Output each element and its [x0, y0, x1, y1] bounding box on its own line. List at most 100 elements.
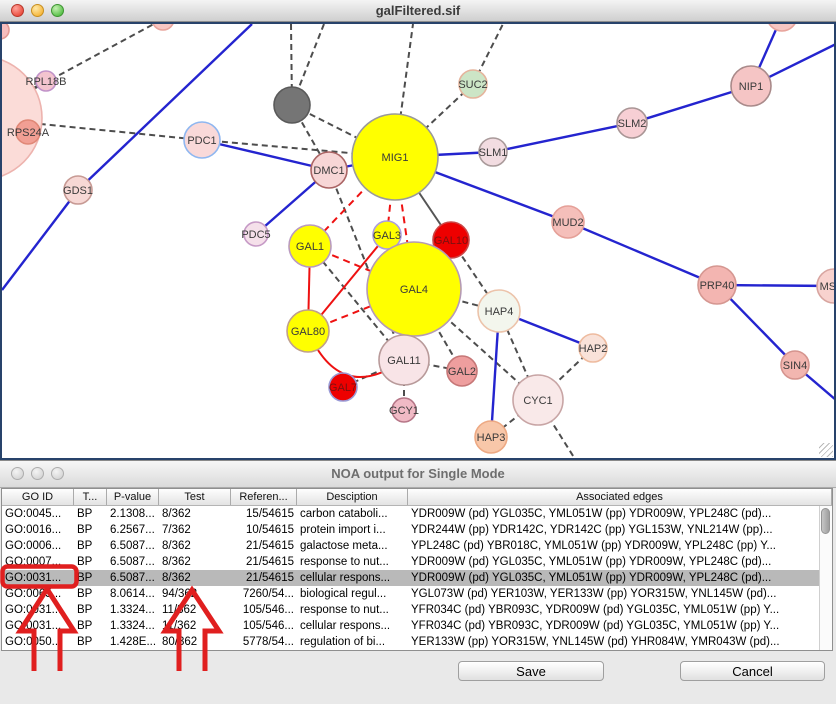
table-row[interactable]: GO:0050...BP1.428E...80/3625778/54...reg…	[2, 634, 819, 650]
node-label: GAL7	[329, 382, 357, 394]
node-label: GDS1	[63, 185, 93, 197]
cell-go_id: GO:0050...	[2, 634, 74, 650]
column-header-description[interactable]: Desciption	[297, 489, 408, 505]
cell-test: 94/362	[159, 586, 231, 602]
cell-go_id: GO:0045...	[2, 506, 74, 522]
cell-description: protein import i...	[297, 522, 408, 538]
window-title: NOA output for Single Mode	[0, 461, 836, 486]
network-canvas[interactable]: RPL18BRPS24AGDS1PDC1DMC1MIG1SUC2SLM1SLM2…	[0, 22, 836, 460]
column-header-associated_edges[interactable]: Associated edges	[408, 489, 832, 505]
cell-type: BP	[74, 602, 107, 618]
cell-reference: 21/54615	[231, 538, 297, 554]
cell-associated_edges: YFR034C (pd) YBR093C, YDR009W (pd) YGL03…	[408, 602, 819, 618]
network-window: galFiltered.sif RPL18BRPS24AGDS1PDC1DMC1…	[0, 0, 836, 460]
node-label: MSL1	[820, 281, 834, 293]
cell-reference: 15/54615	[231, 506, 297, 522]
network-window-titlebar[interactable]: galFiltered.sif	[0, 0, 836, 22]
cell-reference: 105/546...	[231, 618, 297, 634]
minimize-button[interactable]	[31, 4, 44, 17]
table-row[interactable]: GO:0031...BP1.3324...11/362105/546...res…	[2, 602, 819, 618]
scrollbar-thumb[interactable]	[821, 508, 830, 534]
node-label: SIN4	[783, 360, 807, 372]
column-header-go_id[interactable]: GO ID	[2, 489, 74, 505]
go-results-table: GO IDT...P-valueTestReferen...Desciption…	[1, 488, 833, 651]
cell-reference: 21/54615	[231, 570, 297, 586]
cell-associated_edges: YDR244W (pp) YDR142C, YDR142C (pp) YGL15…	[408, 522, 819, 538]
node-label: GAL11	[387, 355, 420, 367]
column-header-reference[interactable]: Referen...	[231, 489, 297, 505]
network-node[interactable]	[2, 56, 42, 180]
table-row[interactable]: GO:0007...BP6.5087...8/36221/54615respon…	[2, 554, 819, 570]
cell-reference: 21/54615	[231, 554, 297, 570]
save-button[interactable]: Save	[458, 661, 604, 681]
cell-p_value: 6.5087...	[107, 554, 159, 570]
cell-description: cellular respons...	[297, 570, 408, 586]
node-label: HAP2	[579, 343, 608, 355]
table-row[interactable]: GO:0065...BP8.0614...94/3627260/54...bio…	[2, 586, 819, 602]
cell-type: BP	[74, 522, 107, 538]
node-label: GAL2	[448, 366, 476, 378]
column-header-p_value[interactable]: P-value	[107, 489, 159, 505]
node-label: CYC1	[523, 395, 552, 407]
cell-go_id: GO:0007...	[2, 554, 74, 570]
node-label: MIG1	[382, 152, 409, 164]
node-label: SLM2	[618, 118, 647, 130]
cell-p_value: 1.428E...	[107, 634, 159, 650]
close-button[interactable]	[11, 4, 24, 17]
node-label: DMC1	[313, 165, 344, 177]
node-label: RPS24A	[7, 127, 50, 139]
cell-type: BP	[74, 618, 107, 634]
table-row[interactable]: GO:0045...BP2.1308...8/36215/54615carbon…	[2, 506, 819, 522]
cell-go_id: GO:0031...	[2, 570, 74, 586]
cancel-button[interactable]: Cancel	[680, 661, 825, 681]
cell-p_value: 1.3324...	[107, 602, 159, 618]
cell-associated_edges: YER133W (pp) YOR315W, YNL145W (pd) YHR08…	[408, 634, 819, 650]
cell-p_value: 6.2567...	[107, 522, 159, 538]
cell-go_id: GO:0006...	[2, 538, 74, 554]
cell-type: BP	[74, 506, 107, 522]
column-header-test[interactable]: Test	[159, 489, 231, 505]
cell-p_value: 6.5087...	[107, 570, 159, 586]
table-row[interactable]: GO:0031...BP1.3324...11/362105/546...cel…	[2, 618, 819, 634]
cell-description: galactose meta...	[297, 538, 408, 554]
node-label: HAP3	[477, 432, 506, 444]
zoom-button[interactable]	[51, 4, 64, 17]
cell-test: 7/362	[159, 522, 231, 538]
node-label: GAL4	[400, 284, 428, 296]
node-label: GCY1	[389, 405, 419, 417]
cell-test: 11/362	[159, 602, 231, 618]
cell-reference: 7260/54...	[231, 586, 297, 602]
table-row[interactable]: GO:0031...BP6.5087...8/36221/54615cellul…	[2, 570, 819, 586]
table-body: GO:0045...BP2.1308...8/36215/54615carbon…	[2, 506, 832, 650]
network-edge	[2, 190, 78, 290]
table-row[interactable]: GO:0016...BP6.2567...7/36210/54615protei…	[2, 522, 819, 538]
node-label: SLM1	[479, 147, 508, 159]
network-edge	[78, 24, 252, 190]
minimize-button[interactable]	[31, 467, 44, 480]
close-button[interactable]	[11, 467, 24, 480]
cell-type: BP	[74, 634, 107, 650]
cell-go_id: GO:0016...	[2, 522, 74, 538]
network-graph: RPL18BRPS24AGDS1PDC1DMC1MIG1SUC2SLM1SLM2…	[2, 24, 834, 458]
resize-grip-icon[interactable]	[819, 443, 833, 457]
network-node[interactable]	[767, 24, 797, 31]
network-node[interactable]	[274, 87, 310, 123]
cell-description: carbon cataboli...	[297, 506, 408, 522]
noa-window-titlebar[interactable]: NOA output for Single Mode	[0, 461, 836, 488]
node-label: NIP1	[739, 81, 763, 93]
window-title: galFiltered.sif	[0, 0, 836, 21]
table-row[interactable]: GO:0006...BP6.5087...8/36221/54615galact…	[2, 538, 819, 554]
cell-go_id: GO:0065...	[2, 586, 74, 602]
cell-go_id: GO:0031...	[2, 618, 74, 634]
column-header-type[interactable]: T...	[74, 489, 107, 505]
network-node[interactable]	[152, 24, 174, 30]
zoom-button[interactable]	[51, 467, 64, 480]
cell-reference: 10/54615	[231, 522, 297, 538]
node-label: GAL10	[434, 235, 468, 247]
cell-test: 11/362	[159, 618, 231, 634]
cell-reference: 105/546...	[231, 602, 297, 618]
node-label: GAL1	[296, 241, 324, 253]
network-node[interactable]	[2, 24, 9, 39]
vertical-scrollbar[interactable]	[819, 506, 832, 650]
network-edge	[202, 140, 329, 170]
